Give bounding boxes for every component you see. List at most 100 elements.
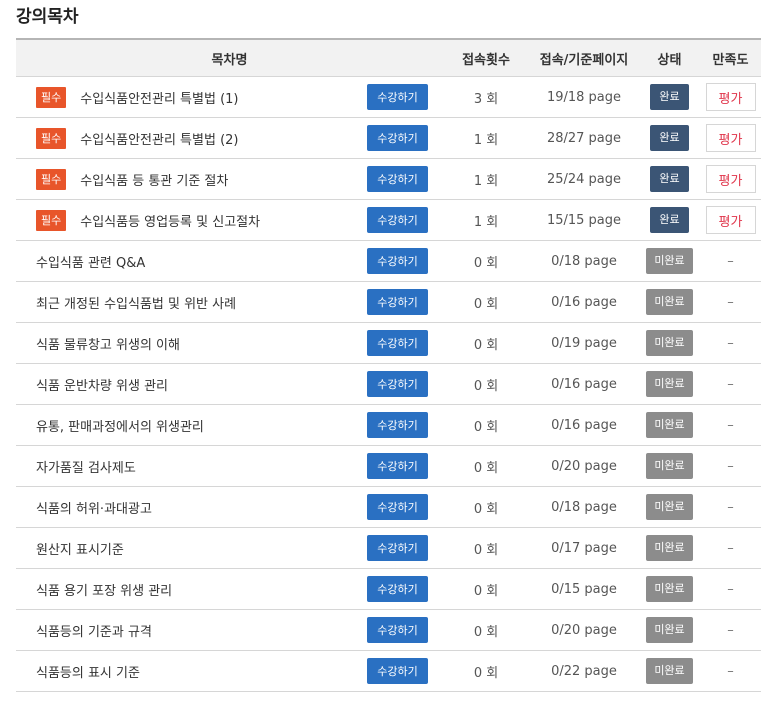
table-header-row: 목차명 접속횟수 접속/기준페이지 상태 만족도 xyxy=(16,39,761,77)
access-pages: 0/19 page xyxy=(529,322,639,364)
status-badge: 미완료 xyxy=(646,576,693,602)
access-pages: 28/27 page xyxy=(529,117,639,159)
access-pages: 15/15 page xyxy=(529,199,639,241)
lecture-title-cell: 필수 수입식품안전관리 특별법 (2) 수강하기 xyxy=(16,117,443,159)
study-button[interactable]: 수강하기 xyxy=(367,84,428,110)
access-count: 0 회 xyxy=(443,240,529,282)
access-count: 0 회 xyxy=(443,568,529,610)
status-badge: 완료 xyxy=(650,207,689,233)
status-cell: 완료 xyxy=(639,76,700,118)
study-button[interactable]: 수강하기 xyxy=(367,289,428,315)
satisfaction-empty: – xyxy=(727,622,734,638)
satisfaction-empty: – xyxy=(727,499,734,515)
rate-button[interactable]: 평가 xyxy=(705,165,756,193)
satisfaction-empty: – xyxy=(727,581,734,597)
page-title: 강의목차 xyxy=(16,7,79,27)
access-count: 1 회 xyxy=(443,158,529,200)
access-pages: 19/18 page xyxy=(529,76,639,118)
study-button[interactable]: 수강하기 xyxy=(367,453,428,479)
access-pages: 0/17 page xyxy=(529,527,639,569)
satisfaction-cell: – xyxy=(700,650,761,692)
status-badge: 완료 xyxy=(650,125,689,151)
table-row: 원산지 표시기준 수강하기 0 회 0/17 page 미완료 – xyxy=(16,527,761,569)
lecture-title: 식품등의 표시 기준 xyxy=(36,665,140,681)
rate-button[interactable]: 평가 xyxy=(705,206,756,234)
status-cell: 미완료 xyxy=(639,404,700,446)
satisfaction-cell: 평가 xyxy=(700,117,761,159)
table-row: 식품등의 기준과 규격 수강하기 0 회 0/20 page 미완료 – xyxy=(16,609,761,651)
satisfaction-cell: – xyxy=(700,240,761,282)
table-row: 최근 개정된 수입식품법 및 위반 사례 수강하기 0 회 0/16 page 미완료 – xyxy=(16,281,761,323)
status-cell: 미완료 xyxy=(639,650,700,692)
lecture-title: 식품 물류창고 위생의 이해 xyxy=(36,337,180,353)
status-cell: 미완료 xyxy=(639,568,700,610)
table-row: 필수 수입식품안전관리 특별법 (1) 수강하기 3 회 19/18 page 완료 평가 xyxy=(16,76,761,118)
status-badge: 미완료 xyxy=(646,330,693,356)
header-count: 접속횟수 xyxy=(443,39,529,77)
status-badge: 미완료 xyxy=(646,248,693,274)
status-badge: 미완료 xyxy=(646,453,693,479)
status-cell: 미완료 xyxy=(639,240,700,282)
satisfaction-cell: – xyxy=(700,527,761,569)
access-pages: 0/18 page xyxy=(529,486,639,528)
rate-button[interactable]: 평가 xyxy=(705,83,756,111)
access-count: 1 회 xyxy=(443,199,529,241)
access-count: 0 회 xyxy=(443,363,529,405)
required-badge: 필수 xyxy=(36,209,67,231)
lecture-title-cell: 식품 물류창고 위생의 이해 수강하기 xyxy=(16,322,443,364)
study-button[interactable]: 수강하기 xyxy=(367,412,428,438)
study-button[interactable]: 수강하기 xyxy=(367,125,428,151)
status-cell: 미완료 xyxy=(639,527,700,569)
study-button[interactable]: 수강하기 xyxy=(367,330,428,356)
satisfaction-empty: – xyxy=(727,253,734,269)
satisfaction-empty: – xyxy=(727,458,734,474)
study-button[interactable]: 수강하기 xyxy=(367,617,428,643)
header-satisfaction: 만족도 xyxy=(700,39,761,77)
study-button[interactable]: 수강하기 xyxy=(367,207,428,233)
access-pages: 0/16 page xyxy=(529,281,639,323)
access-pages: 25/24 page xyxy=(529,158,639,200)
study-button[interactable]: 수강하기 xyxy=(367,166,428,192)
status-badge: 완료 xyxy=(650,84,689,110)
satisfaction-empty: – xyxy=(727,417,734,433)
lecture-title: 식품등의 기준과 규격 xyxy=(36,624,152,640)
lecture-title: 원산지 표시기준 xyxy=(36,542,124,558)
lecture-title-cell: 식품 용기 포장 위생 관리 수강하기 xyxy=(16,568,443,610)
header-status: 상태 xyxy=(639,39,700,77)
study-button[interactable]: 수강하기 xyxy=(367,576,428,602)
lecture-title: 수입식품등 영업등록 및 신고절차 xyxy=(80,214,261,230)
study-button[interactable]: 수강하기 xyxy=(367,658,428,684)
status-badge: 미완료 xyxy=(646,658,693,684)
satisfaction-cell: 평가 xyxy=(700,158,761,200)
lecture-title-cell: 필수 수입식품안전관리 특별법 (1) 수강하기 xyxy=(16,76,443,118)
satisfaction-cell: – xyxy=(700,486,761,528)
access-count: 0 회 xyxy=(443,609,529,651)
satisfaction-cell: 평가 xyxy=(700,199,761,241)
required-badge: 필수 xyxy=(36,86,67,108)
lecture-toc-table: 목차명 접속횟수 접속/기준페이지 상태 만족도 필수 수입식품안전관리 특별법 … xyxy=(16,38,761,692)
access-pages: 0/20 page xyxy=(529,609,639,651)
status-cell: 미완료 xyxy=(639,609,700,651)
header-pages: 접속/기준페이지 xyxy=(529,39,639,77)
lecture-title-cell: 식품 운반차량 위생 관리 수강하기 xyxy=(16,363,443,405)
study-button[interactable]: 수강하기 xyxy=(367,248,428,274)
lecture-title: 수입식품 등 통관 기준 절차 xyxy=(80,173,229,189)
access-count: 1 회 xyxy=(443,117,529,159)
status-cell: 미완료 xyxy=(639,445,700,487)
required-badge: 필수 xyxy=(36,127,67,149)
rate-button[interactable]: 평가 xyxy=(705,124,756,152)
access-pages: 0/22 page xyxy=(529,650,639,692)
satisfaction-empty: – xyxy=(727,335,734,351)
access-pages: 0/16 page xyxy=(529,363,639,405)
access-pages: 0/15 page xyxy=(529,568,639,610)
study-button[interactable]: 수강하기 xyxy=(367,371,428,397)
status-cell: 완료 xyxy=(639,117,700,159)
table-row: 수입식품 관련 Q&A 수강하기 0 회 0/18 page 미완료 – xyxy=(16,240,761,282)
access-count: 0 회 xyxy=(443,281,529,323)
study-button[interactable]: 수강하기 xyxy=(367,535,428,561)
lecture-title-cell: 식품등의 표시 기준 수강하기 xyxy=(16,650,443,692)
lecture-title-cell: 필수 수입식품등 영업등록 및 신고절차 수강하기 xyxy=(16,199,443,241)
satisfaction-cell: 평가 xyxy=(700,76,761,118)
study-button[interactable]: 수강하기 xyxy=(367,494,428,520)
satisfaction-cell: – xyxy=(700,363,761,405)
